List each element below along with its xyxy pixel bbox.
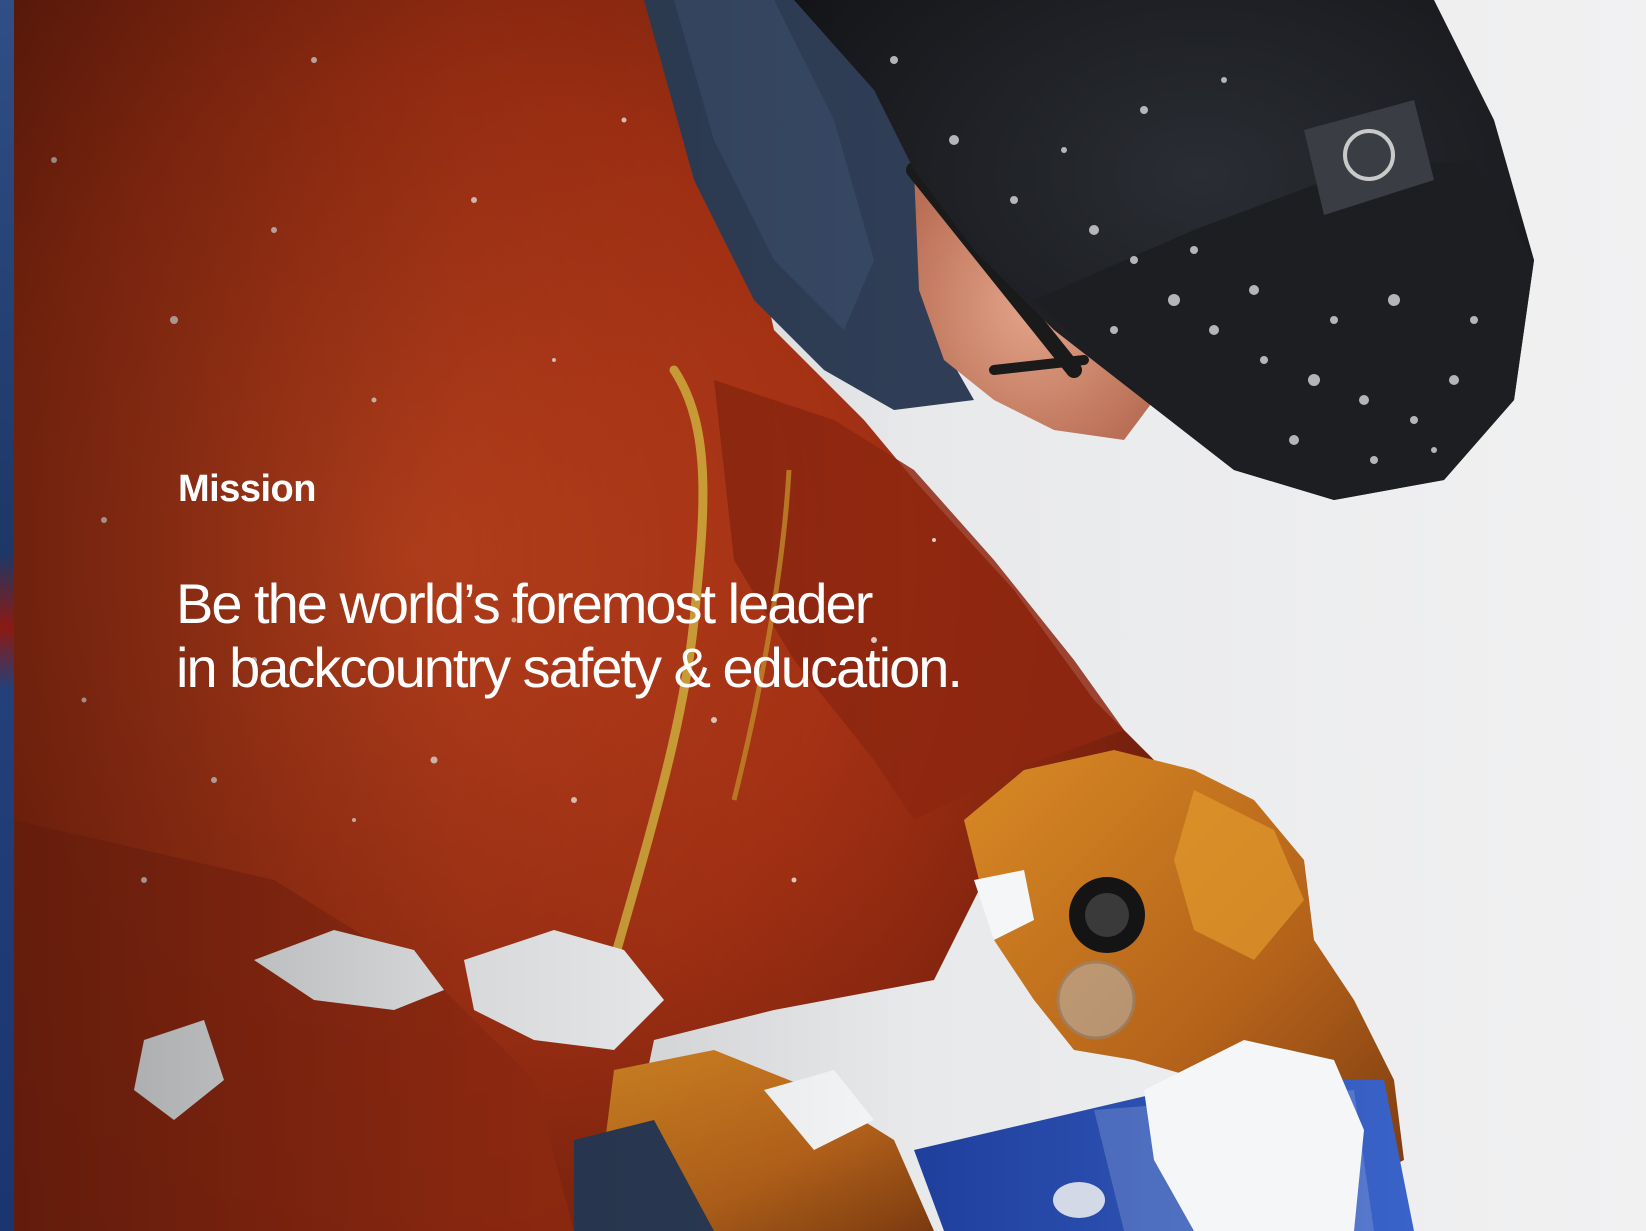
mission-label: Mission — [178, 468, 316, 510]
mission-statement-line-2: in backcountry safety & education. — [176, 636, 963, 699]
mission-statement-line-1: Be the world’s foremost leader — [176, 572, 873, 635]
left-edge-strip — [0, 0, 14, 1231]
mission-slide: Mission Be the world’s foremost leader i… — [0, 0, 1646, 1231]
mission-statement: Be the world’s foremost leader in backco… — [176, 572, 1176, 700]
